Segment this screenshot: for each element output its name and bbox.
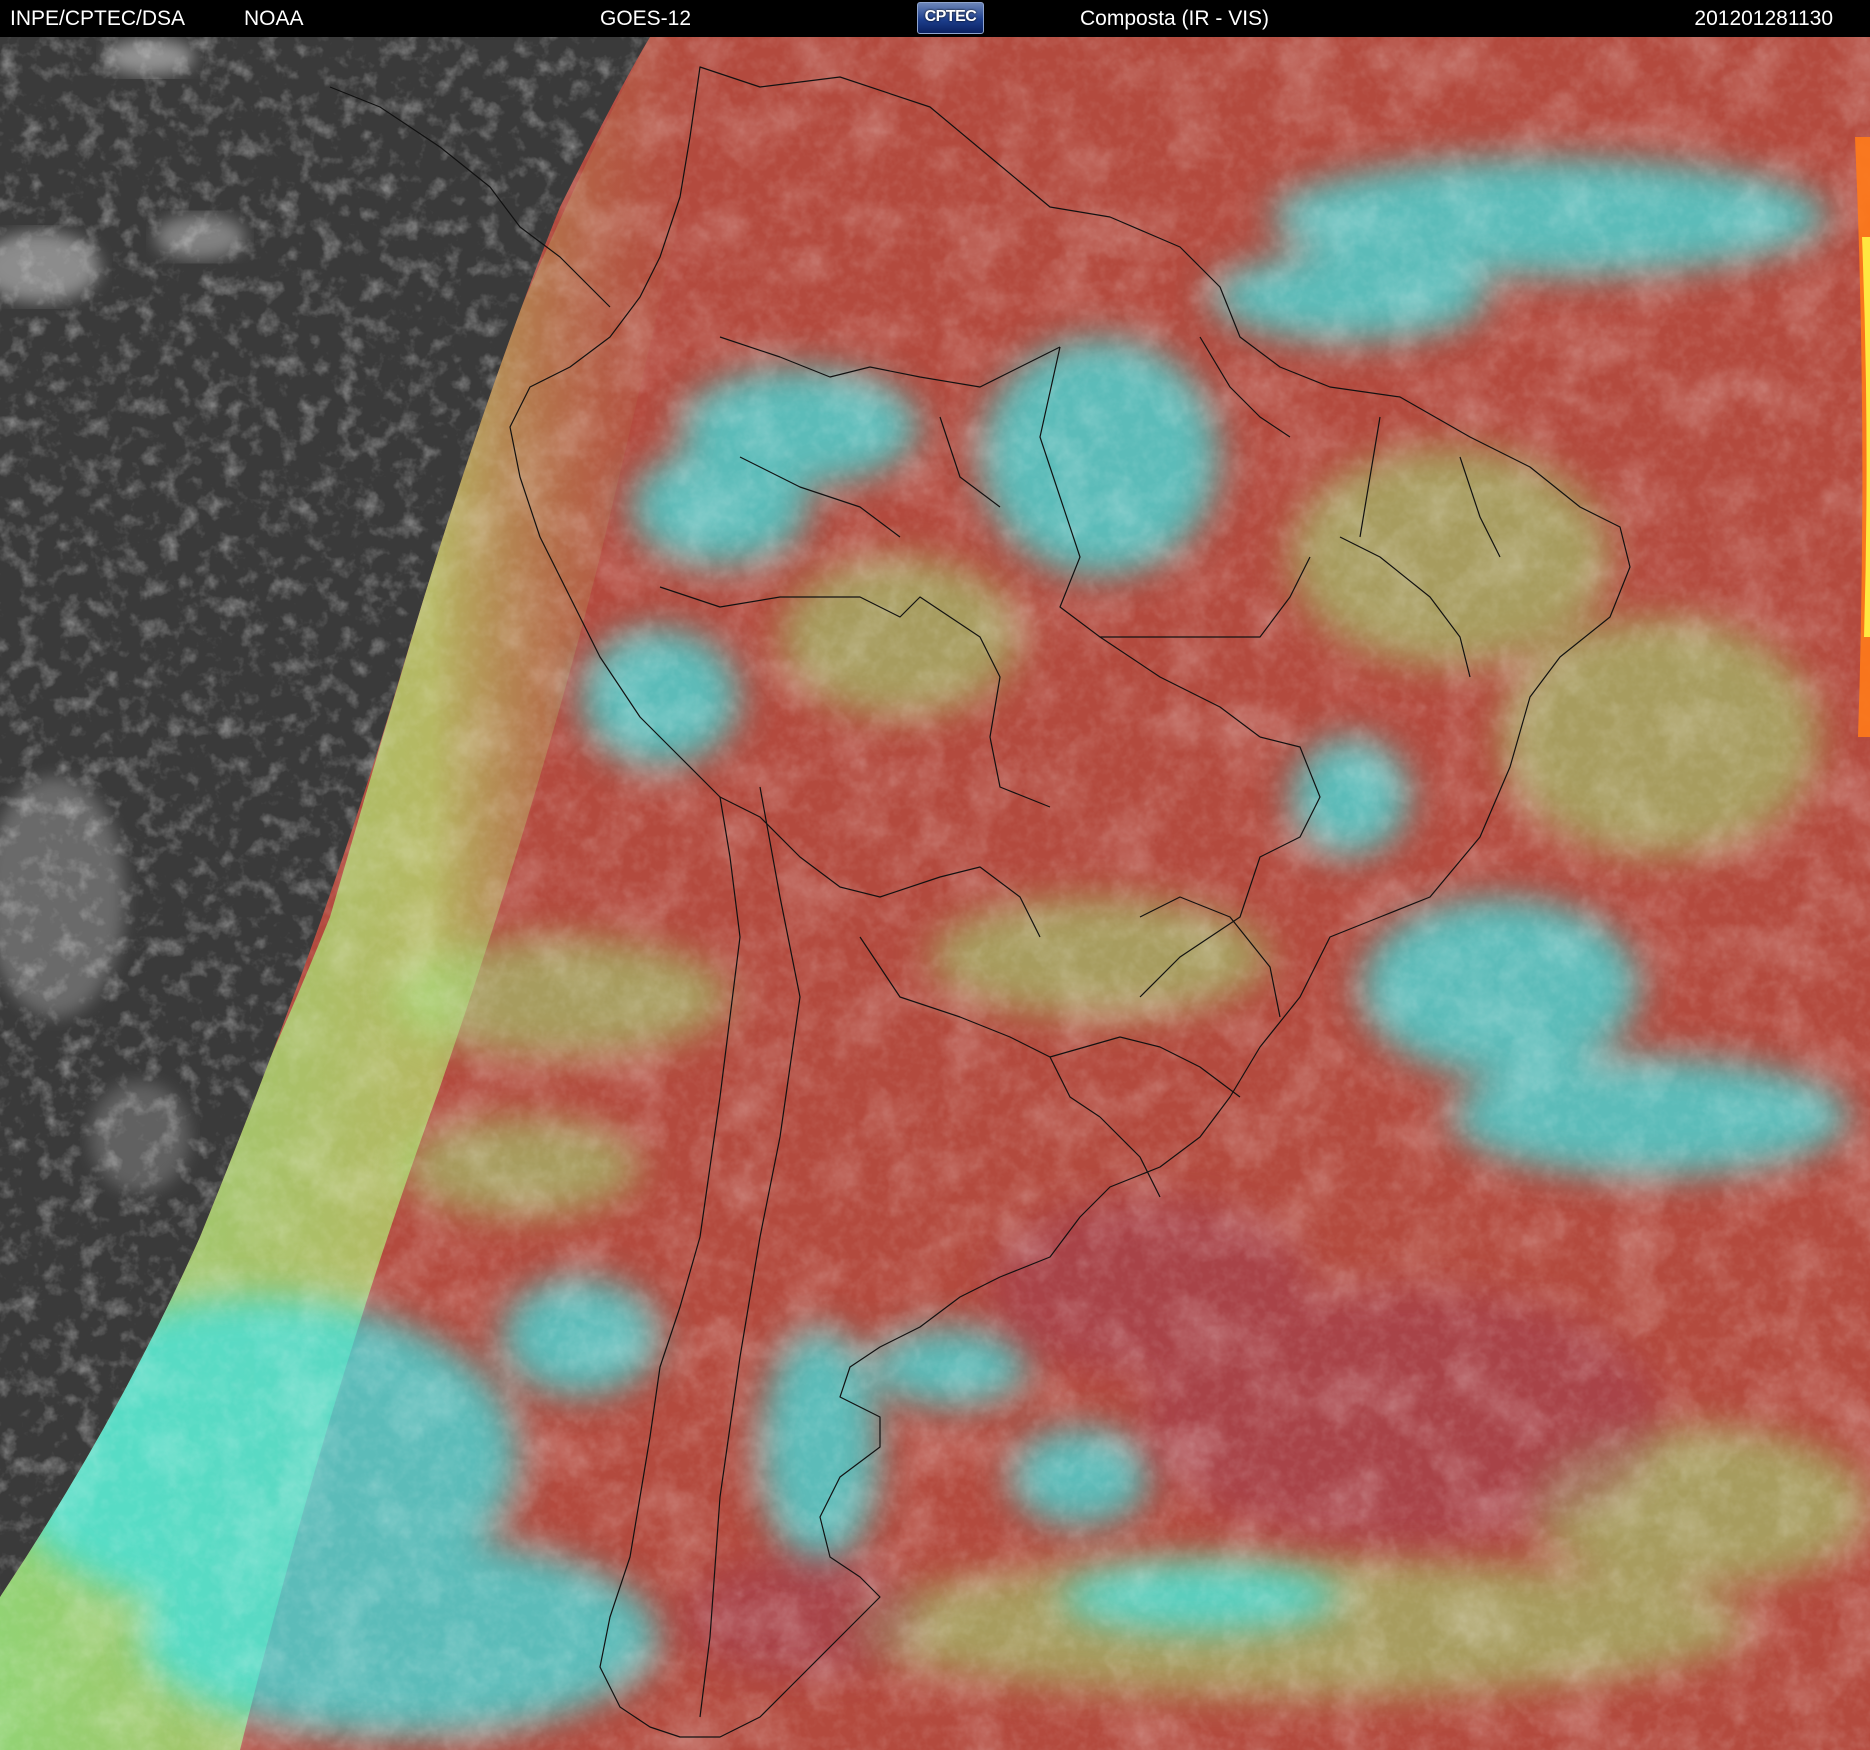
product-label: Composta (IR - VIS): [1080, 7, 1270, 30]
satellite-label: GOES-12: [600, 7, 692, 30]
source-org-label: INPE/CPTEC/DSA: [10, 7, 186, 30]
night-cloud: [90, 1082, 190, 1192]
night-cloud: [155, 215, 245, 259]
night-cloud: [105, 39, 195, 75]
timestamp-label: 201201281130: [1694, 7, 1833, 30]
agency-label: NOAA: [244, 7, 304, 30]
cptec-logo: CPTEC: [917, 2, 984, 34]
satellite-image: [0, 37, 1870, 1750]
cptec-logo-text: CPTEC: [924, 8, 977, 25]
header-bar: INPE/CPTEC/DSA NOAA GOES-12 CPTEC Compos…: [0, 0, 1870, 37]
